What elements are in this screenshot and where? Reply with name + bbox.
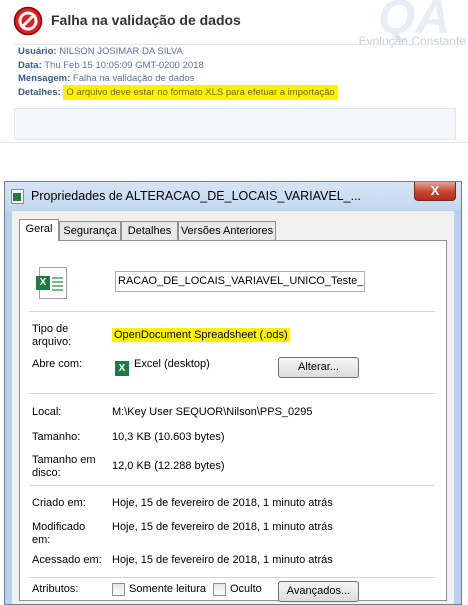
message-row: Mensagem: Falha na validação de dados xyxy=(18,73,195,84)
tab-geral[interactable]: Geral xyxy=(19,219,59,241)
error-panel: Falha na validação de dados QA Evolução … xyxy=(0,0,468,143)
open-with-label: Abre com: xyxy=(32,358,83,370)
close-button[interactable]: X xyxy=(414,182,456,201)
created-value: Hoje, 15 de fevereiro de 2018, 1 minuto … xyxy=(112,497,333,509)
change-button[interactable]: Alterar... xyxy=(278,357,359,378)
user-row: Usuário: NILSON JOSIMAR DA SILVA xyxy=(18,46,183,57)
size-value: 10,3 KB (10.603 bytes) xyxy=(112,431,225,443)
size-on-disk-value: 12,0 KB (12.288 bytes) xyxy=(112,460,225,472)
details-highlight: O arquivo deve estar no formato XLS para… xyxy=(63,84,338,100)
hidden-label: Oculto xyxy=(230,583,262,595)
watermark-logo: QA Evolução Constante xyxy=(318,0,468,54)
separator xyxy=(29,311,435,312)
separator xyxy=(29,577,435,578)
properties-dialog: Propriedades de ALTERACAO_DE_LOCAIS_VARI… xyxy=(4,181,462,605)
readonly-label: Somente leitura xyxy=(129,583,207,595)
accessed-label: Acessado em: xyxy=(32,554,102,566)
window-title: Propriedades de ALTERACAO_DE_LOCAIS_VARI… xyxy=(31,189,362,203)
watermark-sub: Evolução Constante xyxy=(358,34,466,48)
location-value: M:\Key User SEQUOR\Nilson\PPS_0295 xyxy=(112,406,313,418)
modified-label: Modificado em: xyxy=(32,521,86,546)
open-with-value: Excel (desktop) xyxy=(134,358,210,370)
separator xyxy=(29,393,435,394)
error-icon xyxy=(13,6,43,36)
title-bar[interactable]: Propriedades de ALTERACAO_DE_LOCAIS_VARI… xyxy=(5,182,461,210)
error-footer-box xyxy=(14,108,456,140)
attributes-label: Atributos: xyxy=(32,583,79,595)
tab-seguranca[interactable]: Segurança xyxy=(59,221,121,240)
dialog-client: Geral Segurança Detalhes Versões Anterio… xyxy=(12,211,454,604)
error-title: Falha na validação de dados xyxy=(51,12,241,28)
error-details: Usuário: NILSON JOSIMAR DA SILVA Data: T… xyxy=(18,45,338,100)
details-row: Detalhes: O arquivo deve estar no format… xyxy=(18,84,338,100)
file-name-input[interactable]: RACAO_DE_LOCAIS_VARIAVEL_UNICO_Teste_ xyxy=(115,271,365,292)
advanced-button[interactable]: Avançados... xyxy=(278,581,359,602)
file-type-label: Tipo de arquivo: xyxy=(32,323,72,348)
modified-value: Hoje, 15 de fevereiro de 2018, 1 minuto … xyxy=(112,521,333,533)
accessed-value: Hoje, 15 de fevereiro de 2018, 1 minuto … xyxy=(112,554,333,566)
excel-document-icon: X xyxy=(36,267,67,299)
date-row: Data: Thu Feb 15 10:05:09 GMT-0200 2018 xyxy=(18,59,204,71)
created-label: Criado em: xyxy=(32,497,86,509)
general-panel: X RACAO_DE_LOCAIS_VARIAVEL_UNICO_Teste_ … xyxy=(19,240,447,602)
tab-versoes-anteriores[interactable]: Versões Anteriores xyxy=(178,221,276,240)
excel-app-icon: X xyxy=(115,361,129,376)
tab-detalhes[interactable]: Detalhes xyxy=(121,221,178,240)
excel-file-icon xyxy=(11,189,24,204)
size-on-disk-label: Tamanho em disco: xyxy=(32,454,96,479)
readonly-checkbox[interactable] xyxy=(112,583,125,596)
size-label: Tamanho: xyxy=(32,431,81,443)
location-label: Local: xyxy=(32,406,62,418)
hidden-checkbox[interactable] xyxy=(213,583,226,596)
separator xyxy=(29,485,435,486)
file-type-value: OpenDocument Spreadsheet (.ods) xyxy=(112,328,290,342)
